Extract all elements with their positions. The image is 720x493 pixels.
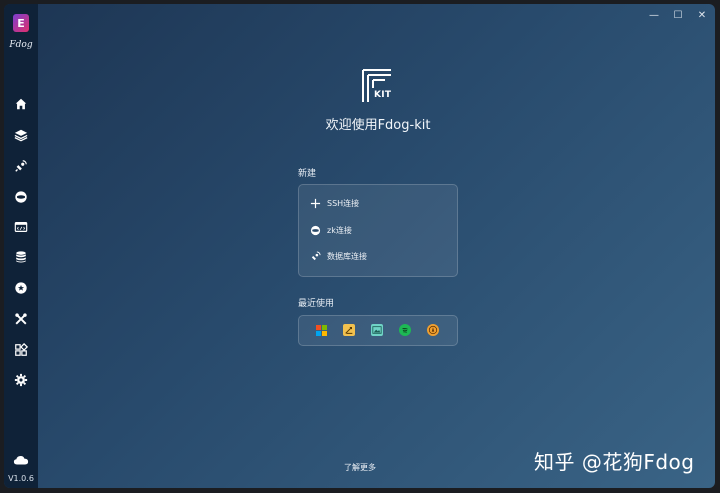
- layers-icon[interactable]: [14, 128, 28, 142]
- plus-icon: [309, 197, 321, 209]
- database-icon[interactable]: [14, 250, 28, 264]
- gear-icon[interactable]: [14, 373, 28, 387]
- new-connection-panel: SSH连接 zk连接 数据库连接: [298, 184, 458, 277]
- database-connect-button[interactable]: 数据库连接: [309, 248, 367, 264]
- close-button[interactable]: ✕: [696, 9, 708, 21]
- ssh-connect-button[interactable]: SSH连接: [309, 195, 359, 211]
- image-icon[interactable]: [371, 324, 383, 336]
- sidebar: E Fdog V1.0.6: [4, 4, 38, 488]
- compass-icon[interactable]: [427, 324, 439, 336]
- notes-icon[interactable]: [343, 324, 355, 336]
- database-connect-label: 数据库连接: [327, 251, 367, 261]
- zookeeper-icon[interactable]: [14, 190, 28, 204]
- spotify-icon[interactable]: [399, 324, 411, 336]
- zookeeper-icon: [309, 224, 321, 236]
- app-logo: E: [13, 14, 29, 32]
- new-section-title: 新建: [298, 169, 317, 179]
- maximize-button[interactable]: ☐: [672, 9, 684, 21]
- fdog-kit-logo: KIT: [361, 68, 393, 104]
- cloud-icon[interactable]: [13, 453, 29, 467]
- minimize-button[interactable]: —: [648, 9, 660, 21]
- app-name: Fdog: [9, 40, 33, 50]
- home-icon[interactable]: [14, 97, 28, 111]
- app-window: E Fdog V1.0.6 — ☐ ✕ KIT 欢迎使用Fdog-kit 新建 …: [4, 4, 715, 488]
- apps-grid-icon[interactable]: [14, 343, 28, 357]
- tools-icon[interactable]: [14, 312, 28, 326]
- windows-icon[interactable]: [315, 324, 327, 336]
- zk-connect-button[interactable]: zk连接: [309, 222, 352, 238]
- terminal-icon[interactable]: [14, 220, 28, 234]
- database-connect-icon: [309, 250, 321, 262]
- zk-connect-label: zk连接: [327, 225, 352, 235]
- redis-icon[interactable]: [14, 281, 28, 295]
- recent-section-title: 最近使用: [298, 299, 335, 309]
- learn-more-link[interactable]: 了解更多: [344, 462, 376, 473]
- welcome-title: 欢迎使用Fdog-kit: [325, 118, 431, 133]
- version-label: V1.0.6: [8, 474, 34, 483]
- ssh-connect-label: SSH连接: [327, 198, 360, 208]
- watermark-text: 知乎 @花狗Fdog: [534, 450, 695, 474]
- recent-panel: [298, 315, 458, 346]
- satellite-icon[interactable]: [14, 159, 28, 173]
- logo-kit-text: KIT: [374, 90, 392, 100]
